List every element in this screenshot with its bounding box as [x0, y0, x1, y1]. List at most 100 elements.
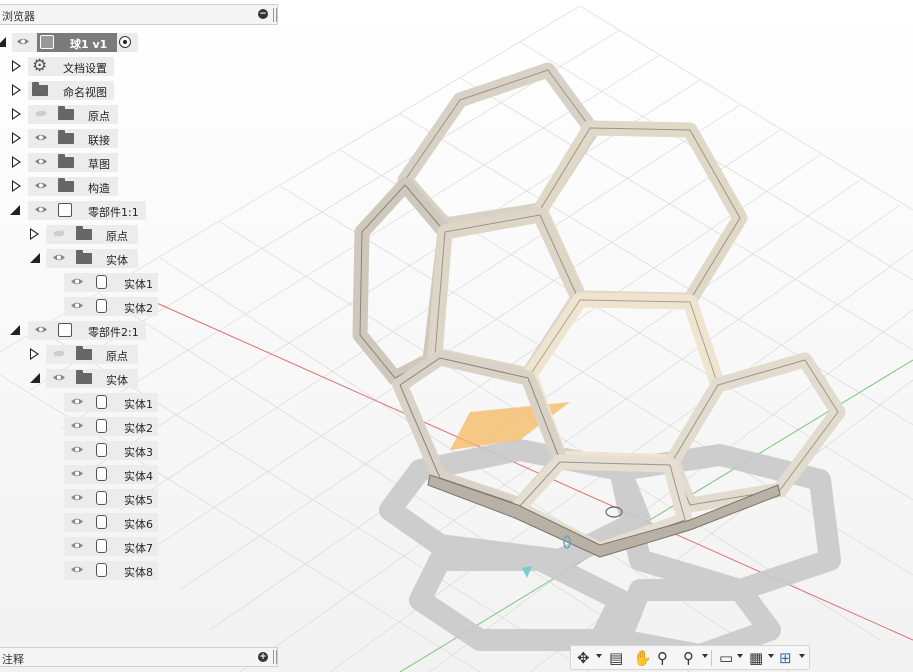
eye-hidden-icon[interactable]: [34, 109, 48, 118]
expand-plus-icon[interactable]: +: [258, 652, 268, 662]
folder-icon: [76, 370, 92, 384]
browser-item-component[interactable]: 零部件1:1: [0, 201, 150, 220]
zoom-icon[interactable]: ⚲: [657, 649, 668, 667]
viewports-icon[interactable]: ⊞: [779, 649, 792, 667]
browser-item-body[interactable]: 实体7: [0, 537, 160, 556]
eye-hidden-icon[interactable]: [52, 229, 66, 238]
pan-icon[interactable]: ✋: [633, 649, 652, 667]
browser-root-row[interactable]: 球1 v1: [0, 33, 140, 52]
eye-icon[interactable]: [70, 517, 84, 526]
browser-item[interactable]: 实体: [0, 249, 140, 268]
eye-icon[interactable]: [70, 397, 84, 406]
grid-icon[interactable]: ▦: [749, 649, 763, 667]
fit-icon[interactable]: ⚲: [683, 649, 694, 667]
eye-icon[interactable]: [16, 37, 30, 46]
chevron-down-icon[interactable]: [768, 654, 774, 658]
panel-grip-icon[interactable]: [273, 8, 277, 22]
browser-title: 浏览器: [2, 10, 35, 23]
browser-item[interactable]: 原点: [0, 345, 140, 364]
eye-icon[interactable]: [70, 469, 84, 478]
folder-icon: [58, 130, 74, 144]
eye-icon[interactable]: [70, 493, 84, 502]
eye-icon[interactable]: [34, 133, 48, 142]
eye-icon[interactable]: [70, 565, 84, 574]
annotations-title: 注释: [2, 653, 24, 666]
browser-item-label: 草图: [88, 158, 110, 171]
eye-icon[interactable]: [34, 325, 48, 334]
expand-right-icon[interactable]: [30, 348, 39, 360]
browser-item-label: 零部件1:1: [88, 206, 139, 219]
browser-item[interactable]: 实体: [0, 369, 140, 388]
browser-item-body[interactable]: 实体2: [0, 297, 160, 316]
annotations-panel-header[interactable]: 注释 +: [0, 647, 278, 667]
browser-item-body[interactable]: 实体2: [0, 417, 160, 436]
expand-right-icon[interactable]: [30, 228, 39, 240]
expand-right-icon[interactable]: [12, 108, 21, 120]
browser-item-label: 实体1: [124, 278, 153, 291]
eye-icon[interactable]: [34, 205, 48, 214]
browser-item[interactable]: 草图: [0, 153, 120, 172]
browser-item[interactable]: 原点: [0, 105, 120, 124]
browser-panel-header[interactable]: 浏览器 −: [0, 4, 278, 25]
expand-right-icon[interactable]: [12, 132, 21, 144]
browser-item-label: 实体: [106, 254, 128, 267]
browser-item[interactable]: 构造: [0, 177, 120, 196]
eye-icon[interactable]: [70, 541, 84, 550]
browser-item[interactable]: 命名视图: [0, 81, 115, 100]
browser-item-body[interactable]: 实体1: [0, 393, 160, 412]
browser-item-label: 零部件2:1: [88, 326, 139, 339]
browser-item-body[interactable]: 实体4: [0, 465, 160, 484]
browser-item[interactable]: ⚙ 文档设置: [0, 57, 115, 76]
browser-item-body[interactable]: 实体5: [0, 489, 160, 508]
look-at-icon[interactable]: ▤: [609, 649, 623, 667]
browser-item-label: 原点: [106, 230, 128, 243]
folder-icon: [76, 226, 92, 240]
browser-item-label: 命名视图: [63, 86, 107, 99]
chevron-down-icon[interactable]: [737, 654, 743, 658]
collapse-icon[interactable]: −: [258, 9, 268, 19]
eye-icon[interactable]: [70, 421, 84, 430]
eye-icon[interactable]: [70, 277, 84, 286]
chevron-down-icon[interactable]: [799, 654, 805, 658]
browser-item-component[interactable]: 零部件2:1: [0, 321, 150, 340]
eye-hidden-icon[interactable]: [52, 349, 66, 358]
expand-down-icon[interactable]: [30, 253, 40, 263]
eye-icon[interactable]: [52, 373, 66, 382]
browser-item-body[interactable]: 实体8: [0, 561, 160, 580]
eye-icon[interactable]: [34, 157, 48, 166]
browser-item[interactable]: 联接: [0, 129, 120, 148]
activate-radio-icon[interactable]: [119, 36, 131, 48]
eye-icon[interactable]: [52, 253, 66, 262]
panel-grip-icon[interactable]: [273, 650, 277, 664]
browser-item-body[interactable]: 实体1: [0, 273, 160, 292]
expand-down-icon[interactable]: [10, 205, 20, 215]
component-icon: [40, 35, 54, 49]
component-icon: [58, 203, 72, 217]
body-icon: [96, 395, 107, 409]
browser-item-label: 实体7: [124, 542, 153, 555]
navigation-toolbar: ✥ ▤ ✋ ⚲ ⚲ ▭ ▦ ⊞: [570, 645, 810, 670]
display-settings-icon[interactable]: ▭: [719, 649, 733, 667]
expand-down-icon[interactable]: [30, 373, 40, 383]
chevron-down-icon[interactable]: [596, 654, 602, 658]
body-icon: [96, 443, 107, 457]
expand-right-icon[interactable]: [12, 180, 21, 192]
browser-item[interactable]: 原点: [0, 225, 140, 244]
expand-down-icon[interactable]: [0, 37, 6, 47]
expand-down-icon[interactable]: [10, 325, 20, 335]
browser-item-label: 联接: [88, 134, 110, 147]
browser-item-body[interactable]: 实体3: [0, 441, 160, 460]
expand-right-icon[interactable]: [12, 60, 21, 72]
expand-right-icon[interactable]: [12, 156, 21, 168]
browser-item-label: 实体2: [124, 302, 153, 315]
body-icon: [96, 419, 107, 433]
folder-icon: [76, 250, 92, 264]
browser-item-body[interactable]: 实体6: [0, 513, 160, 532]
chevron-down-icon[interactable]: [702, 654, 708, 658]
eye-icon[interactable]: [34, 181, 48, 190]
orbit-icon[interactable]: ✥: [577, 649, 590, 667]
browser-item-label: 原点: [88, 110, 110, 123]
eye-icon[interactable]: [70, 301, 84, 310]
eye-icon[interactable]: [70, 445, 84, 454]
expand-right-icon[interactable]: [12, 84, 21, 96]
